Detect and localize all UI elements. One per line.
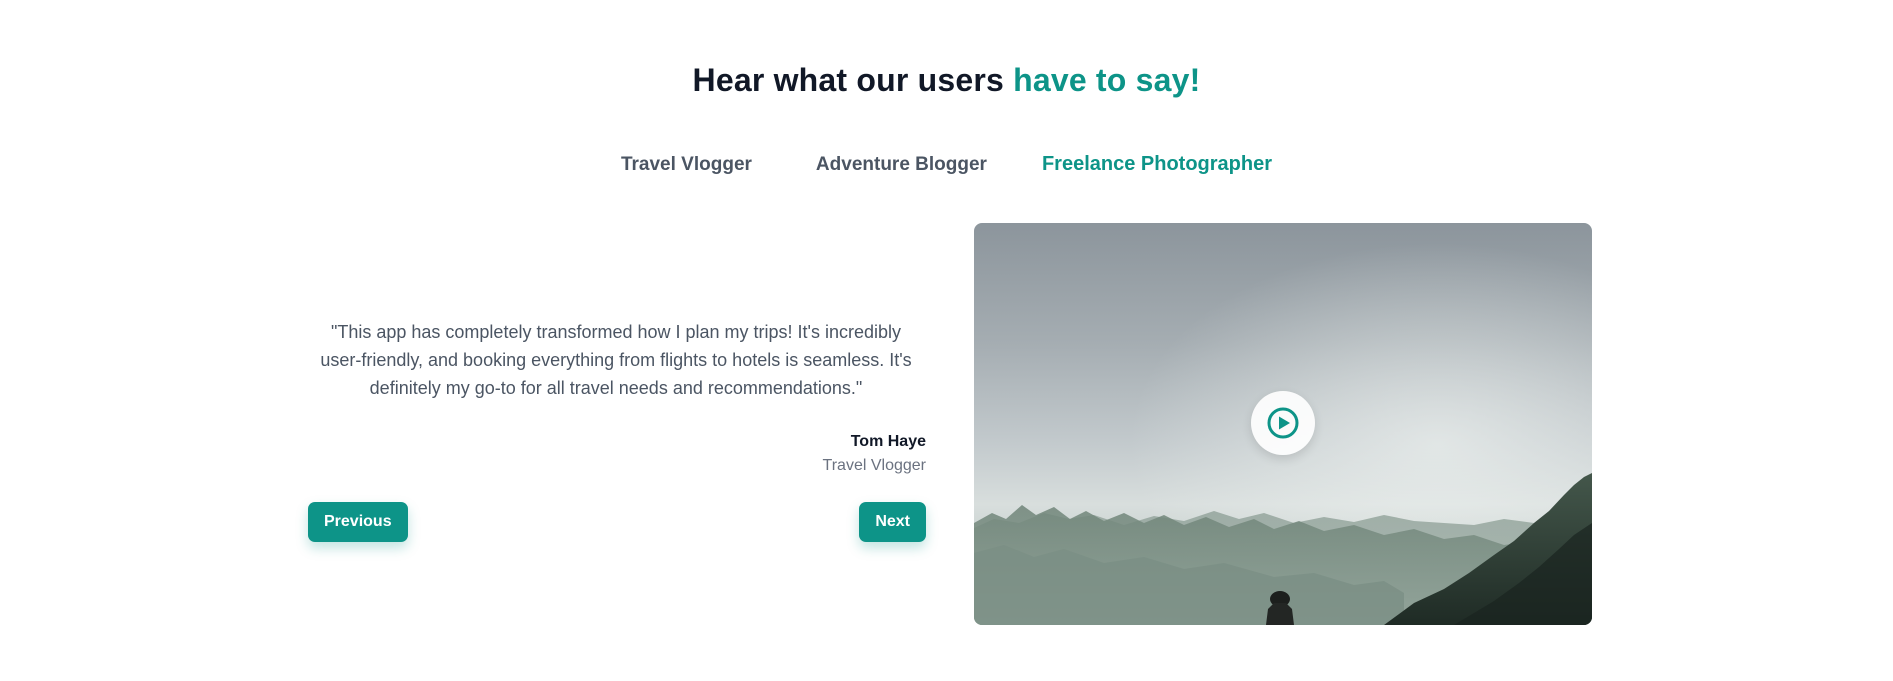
- testimonial-quote: "This app has completely transformed how…: [320, 322, 912, 398]
- heading-accent: have to say!: [1013, 62, 1201, 98]
- author-name: Tom Haye: [850, 433, 926, 450]
- tab-adventure-blogger[interactable]: Adventure Blogger: [816, 150, 987, 180]
- testimonial-panel: "This app has completely transformed how…: [308, 318, 926, 542]
- tab-freelance-photographer[interactable]: Freelance Photographer: [1042, 149, 1272, 180]
- play-button[interactable]: [1251, 391, 1315, 455]
- author-role: Travel Vlogger: [822, 457, 926, 474]
- testimonial-navigation: Previous Next: [308, 502, 926, 542]
- section-heading: Hear what our users have to say!: [0, 62, 1893, 99]
- testimonial-tabs: Travel Vlogger Adventure Blogger Freelan…: [0, 149, 1893, 180]
- previous-button[interactable]: Previous: [308, 502, 408, 542]
- tab-travel-vlogger[interactable]: Travel Vlogger: [621, 150, 752, 180]
- video-thumbnail[interactable]: [974, 223, 1592, 625]
- play-circle-icon: [1267, 407, 1299, 439]
- next-button[interactable]: Next: [859, 502, 926, 542]
- heading-text: Hear what our users: [692, 62, 1014, 98]
